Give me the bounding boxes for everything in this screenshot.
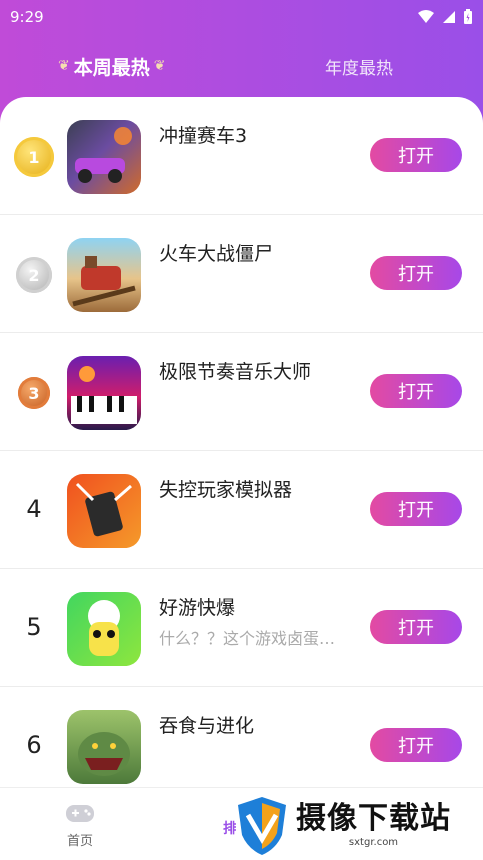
open-button[interactable]: 打开 — [370, 728, 462, 762]
rank-number: 5 — [26, 613, 42, 641]
watermark-url: sxtgr.com — [348, 837, 399, 848]
app-name: 吞食与进化 — [159, 715, 255, 737]
status-bar: 9:29 — [0, 0, 483, 34]
signal-icon — [443, 11, 455, 23]
app-icon-piano — [67, 356, 141, 430]
ranking-list: 1 冲撞赛车3 打开 2 火车大战僵尸 打开 3 极限节奏音乐大师 打开 4 失… — [0, 97, 483, 787]
app-icon-train — [67, 238, 141, 312]
nav-home-label: 首页 — [66, 834, 93, 849]
rank-number: 4 — [26, 495, 42, 523]
list-item[interactable]: 2 火车大战僵尸 打开 — [0, 215, 483, 333]
rank-number: 6 — [26, 731, 42, 759]
open-button[interactable]: 打开 — [370, 374, 462, 408]
wifi-icon — [418, 10, 434, 23]
open-button[interactable]: 打开 — [370, 138, 462, 172]
status-icons — [417, 9, 473, 25]
ranking-tabs: ❦ 本周最热 ❦ 年度最热 — [0, 46, 483, 86]
app-icon-bomb — [67, 474, 141, 548]
wing-right-icon: ❦ — [153, 58, 166, 74]
app-name: 失控玩家模拟器 — [159, 479, 293, 501]
app-name: 好游快爆 — [159, 597, 236, 619]
open-button[interactable]: 打开 — [370, 492, 462, 526]
app-icon-racing — [67, 120, 141, 194]
app-name: 冲撞赛车3 — [159, 125, 248, 147]
bronze-medal-icon: 3 — [18, 377, 50, 409]
app-name: 火车大战僵尸 — [159, 243, 274, 265]
tab-yearly-hot[interactable]: 年度最热 — [325, 46, 393, 86]
app-name: 极限节奏音乐大师 — [159, 361, 312, 383]
list-item[interactable]: 3 极限节奏音乐大师 打开 — [0, 333, 483, 451]
tab-yearly-label: 年度最热 — [325, 58, 393, 79]
silver-medal-icon: 2 — [16, 257, 52, 293]
open-button[interactable]: 打开 — [370, 610, 462, 644]
watermark-text: 摄像下载站 sxtgr.com — [296, 802, 451, 850]
app-description: 什么？？这个游戏卤蛋… — [159, 629, 336, 648]
open-button[interactable]: 打开 — [370, 256, 462, 290]
list-item[interactable]: 5 好游快爆 什么？？这个游戏卤蛋… 打开 — [0, 569, 483, 687]
list-item[interactable]: 1 冲撞赛车3 打开 — [0, 97, 483, 215]
nav-home[interactable]: 首页 — [50, 802, 110, 849]
list-item[interactable]: 4 失控玩家模拟器 打开 — [0, 451, 483, 569]
watermark: 摄像下载站 sxtgr.com — [236, 792, 483, 860]
list-item[interactable]: 6 吞食与进化 打开 — [0, 687, 483, 787]
wing-left-icon: ❦ — [58, 58, 70, 74]
gamepad-icon — [66, 805, 94, 822]
app-icon-haoyou — [67, 592, 141, 666]
watermark-title: 摄像下载站 — [296, 801, 451, 836]
battery-icon — [464, 9, 472, 24]
gold-medal-icon: 1 — [14, 137, 54, 177]
tab-weekly-hot[interactable]: ❦ 本周最热 ❦ — [54, 46, 169, 86]
app-icon-dinosaur — [67, 710, 141, 784]
status-time: 9:29 — [10, 8, 44, 26]
shield-logo-icon — [238, 797, 286, 855]
tab-weekly-label: 本周最热 — [73, 56, 150, 79]
